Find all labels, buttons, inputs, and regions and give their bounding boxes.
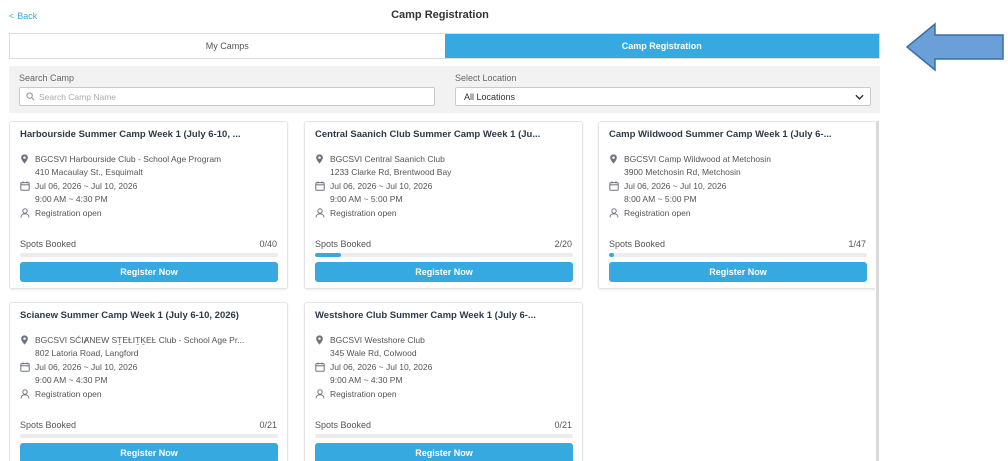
spots-progress-bar [20, 434, 278, 438]
spots-booked-label: Spots Booked [315, 420, 372, 430]
location-select[interactable]: All Locations [455, 87, 871, 106]
camp-address: 345 Wale Rd, Colwood [330, 348, 417, 358]
person-icon [315, 389, 325, 399]
search-label: Search Camp [19, 73, 75, 83]
camp-time: 9:00 AM ~ 4:30 PM [35, 375, 108, 385]
camp-card: Harbourside Summer Camp Week 1 (July 6-1… [9, 121, 288, 289]
camp-dates: Jul 06, 2026 ~ Jul 10, 2026 [330, 362, 433, 372]
camp-location-name: BGCSVI Harbourside Club - School Age Pro… [35, 154, 222, 164]
camp-status: Registration open [330, 208, 397, 218]
camp-time: 9:00 AM ~ 4:30 PM [35, 194, 108, 204]
location-pin-icon [316, 154, 323, 164]
camp-card: Westshore Club Summer Camp Week 1 (July … [304, 302, 583, 461]
camp-status: Registration open [35, 208, 102, 218]
camp-dates: Jul 06, 2026 ~ Jul 10, 2026 [35, 362, 138, 372]
spots-booked-label: Spots Booked [609, 239, 666, 249]
camp-location-name: BGCSVI Westshore Club [330, 335, 425, 345]
spots-progress-bar [315, 434, 573, 438]
camp-title: Central Saanich Club Summer Camp Week 1 … [315, 129, 541, 140]
camp-card: Camp Wildwood Summer Camp Week 1 (July 6… [598, 121, 875, 289]
calendar-icon [315, 362, 325, 372]
tab-my-camps[interactable]: My Camps [10, 34, 445, 58]
person-icon [20, 208, 30, 218]
spots-booked-count: 2/20 [554, 239, 572, 249]
spots-progress-fill [609, 253, 615, 257]
register-now-button[interactable]: Register Now [315, 443, 573, 461]
search-field[interactable] [19, 87, 435, 106]
camp-dates: Jul 06, 2026 ~ Jul 10, 2026 [330, 181, 433, 191]
camp-address: 3900 Metchosin Rd, Metchosin [624, 167, 741, 177]
register-now-button[interactable]: Register Now [315, 262, 573, 282]
spots-booked-count: 0/21 [554, 420, 572, 430]
person-icon [315, 208, 325, 218]
camp-title: Scianew Summer Camp Week 1 (July 6-10, 2… [20, 310, 239, 321]
camp-location-name: BGCSVI SĆIȺNEW SṮEȽIṮḴEȽ Club - School A… [35, 335, 245, 345]
spots-booked-count: 0/21 [259, 420, 277, 430]
camp-card: Central Saanich Club Summer Camp Week 1 … [304, 121, 583, 289]
camp-status: Registration open [35, 389, 102, 399]
register-now-button[interactable]: Register Now [609, 262, 867, 282]
camp-address: 802 Latoria Road, Langford [35, 348, 139, 358]
camp-grid: Harbourside Summer Camp Week 1 (July 6-1… [9, 121, 875, 461]
calendar-icon [20, 362, 30, 372]
camp-status: Registration open [330, 389, 397, 399]
spots-booked-count: 0/40 [259, 239, 277, 249]
camp-title: Westshore Club Summer Camp Week 1 (July … [315, 310, 536, 321]
camp-title: Camp Wildwood Summer Camp Week 1 (July 6… [609, 129, 832, 140]
location-pin-icon [21, 154, 28, 164]
arrow-left-icon [905, 22, 1004, 72]
spots-progress-bar [315, 253, 573, 257]
spots-progress-fill [315, 253, 341, 257]
spots-booked-label: Spots Booked [20, 239, 77, 249]
register-now-button[interactable]: Register Now [20, 443, 278, 461]
calendar-icon [609, 181, 619, 191]
calendar-icon [315, 181, 325, 191]
search-icon [26, 92, 35, 101]
top-bar: < Back Camp Registration [0, 0, 880, 33]
location-label: Select Location [455, 73, 517, 83]
person-icon [609, 208, 619, 218]
camp-location-name: BGCSVI Central Saanich Club [330, 154, 445, 164]
scrollbar[interactable] [876, 121, 879, 461]
camp-time: 9:00 AM ~ 5:00 PM [330, 194, 403, 204]
spots-booked-label: Spots Booked [20, 420, 77, 430]
camp-address: 1233 Clarke Rd, Brentwood Bay [330, 167, 452, 177]
camp-time: 8:00 AM ~ 5:00 PM [624, 194, 697, 204]
camp-address: 410 Macaulay St., Esquimalt [35, 167, 143, 177]
page-title: Camp Registration [391, 9, 489, 21]
tab-camp-registration[interactable]: Camp Registration [444, 34, 879, 58]
spots-booked-label: Spots Booked [315, 239, 372, 249]
spots-progress-bar [609, 253, 867, 257]
spots-booked-count: 1/47 [848, 239, 866, 249]
camp-location-name: BGCSVI Camp Wildwood at Metchosin [624, 154, 771, 164]
search-input[interactable] [39, 91, 419, 102]
filter-panel: Search Camp Select Location All Location… [9, 66, 880, 113]
location-pin-icon [610, 154, 617, 164]
register-now-button[interactable]: Register Now [20, 262, 278, 282]
location-pin-icon [21, 335, 28, 345]
chevron-down-icon [855, 94, 864, 100]
camp-time: 9:00 AM ~ 4:30 PM [330, 375, 403, 385]
tab-bar: My Camps Camp Registration [9, 33, 880, 59]
spots-progress-bar [20, 253, 278, 257]
location-select-value: All Locations [464, 91, 516, 102]
calendar-icon [20, 181, 30, 191]
camp-dates: Jul 06, 2026 ~ Jul 10, 2026 [35, 181, 138, 191]
camp-status: Registration open [624, 208, 691, 218]
camp-card: Scianew Summer Camp Week 1 (July 6-10, 2… [9, 302, 288, 461]
person-icon [20, 389, 30, 399]
camp-title: Harbourside Summer Camp Week 1 (July 6-1… [20, 129, 241, 140]
camp-dates: Jul 06, 2026 ~ Jul 10, 2026 [624, 181, 727, 191]
location-pin-icon [316, 335, 323, 345]
